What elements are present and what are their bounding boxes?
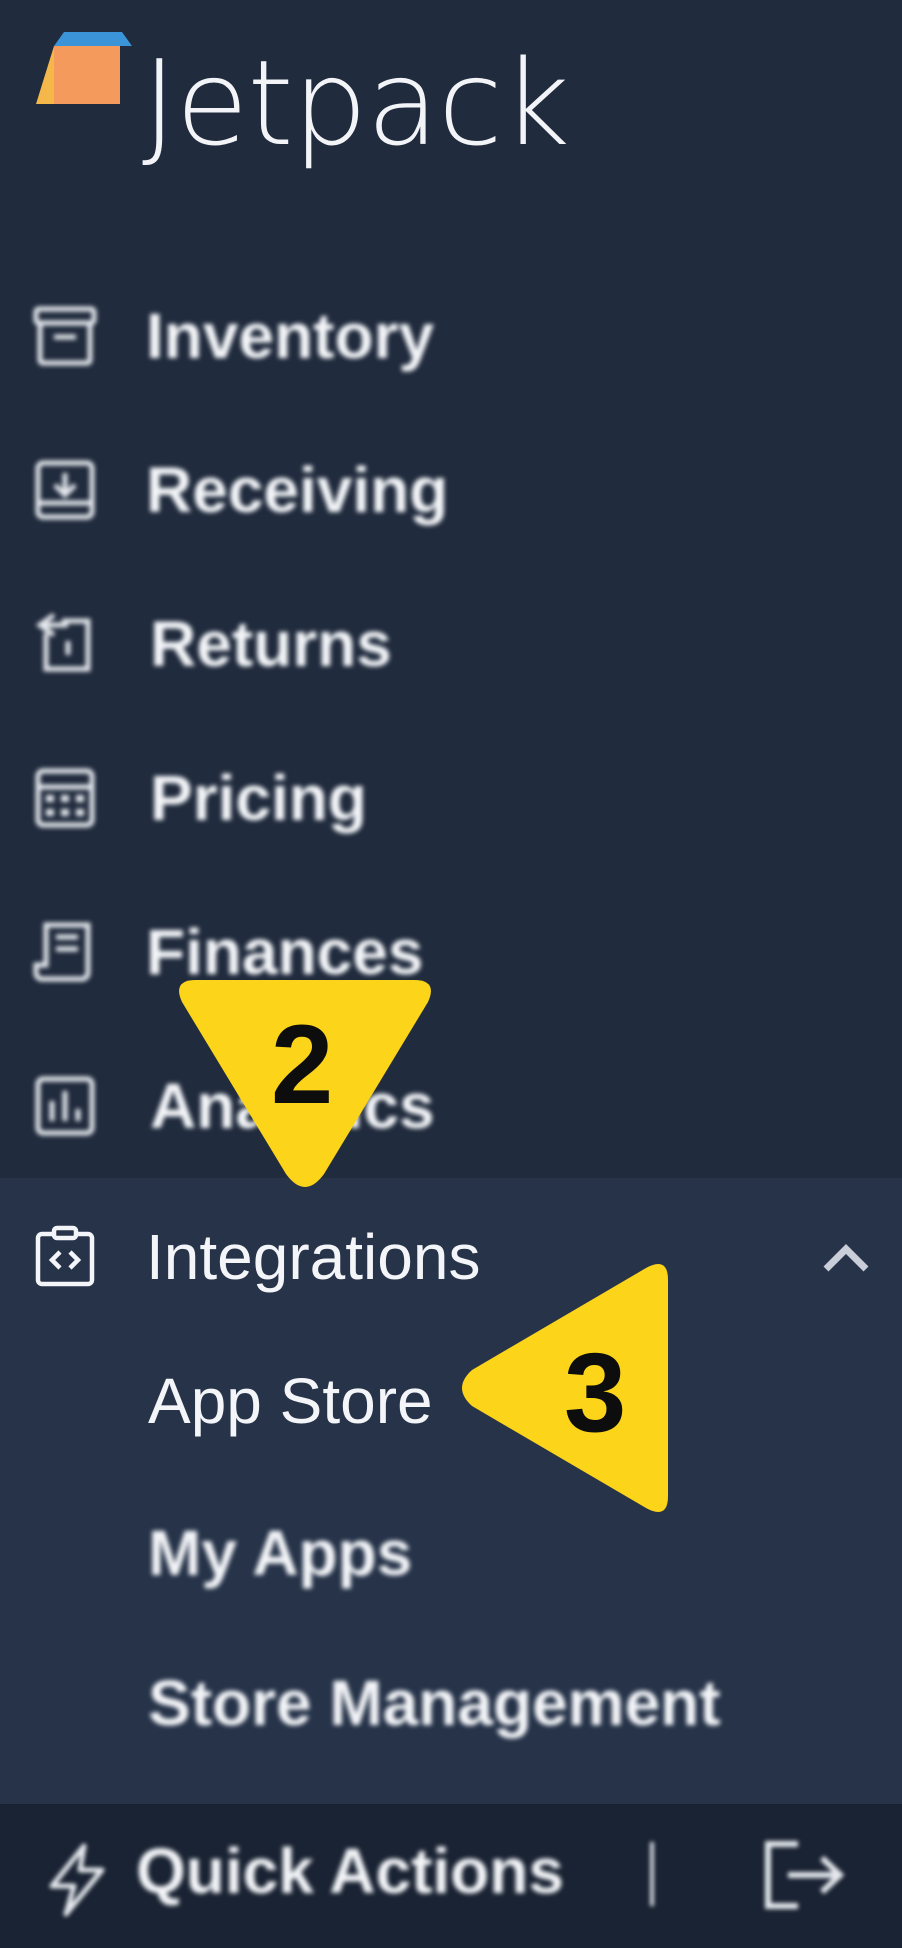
code-clipboard-icon: [35, 1225, 95, 1287]
annotation-number: 3: [564, 1330, 627, 1455]
sidebar-item-integrations[interactable]: Integrations: [0, 1178, 902, 1336]
sidebar-item-receiving[interactable]: Receiving: [0, 430, 902, 550]
tray-download-icon: [35, 460, 95, 520]
submenu-item-my-apps[interactable]: My Apps: [148, 1516, 412, 1590]
sidebar-item-pricing[interactable]: Pricing: [0, 738, 902, 858]
return-arrow-icon: [35, 612, 91, 672]
quick-actions-button[interactable]: Quick Actions: [136, 1834, 564, 1908]
integrations-section: Integrations App Store My Apps Store Man…: [0, 1178, 902, 1804]
brand-name: Jetpack: [142, 34, 570, 172]
sidebar-item-label: Receiving: [146, 454, 449, 526]
sidebar-item-finances[interactable]: Finances: [0, 892, 902, 1012]
sidebar-footer: Quick Actions: [0, 1804, 902, 1948]
annotation-number: 2: [271, 1002, 334, 1127]
sidebar-item-label: Returns: [150, 608, 392, 680]
sidebar-item-label: Integrations: [146, 1221, 481, 1293]
archive-box-icon: [33, 306, 97, 366]
receipt-icon: [33, 922, 91, 982]
submenu-item-store-management[interactable]: Store Management: [148, 1666, 721, 1740]
sidebar-item-inventory[interactable]: Inventory: [0, 276, 902, 396]
brand-logo[interactable]: Jetpack: [36, 28, 596, 168]
sidebar-item-analytics[interactable]: Analytics: [0, 1046, 902, 1166]
annotation-marker-2: 2: [172, 978, 438, 1188]
sidebar-item-returns[interactable]: Returns: [0, 584, 902, 704]
annotation-marker-3: 3: [458, 1258, 670, 1518]
sidebar: Jetpack Inventory Receiving Returns Pric…: [0, 0, 902, 1948]
chevron-up-icon[interactable]: [818, 1237, 874, 1277]
sidebar-item-label: Pricing: [150, 762, 367, 834]
logout-icon[interactable]: [758, 1838, 848, 1912]
submenu-item-app-store[interactable]: App Store: [148, 1364, 433, 1438]
jetpack-logo-icon: [36, 32, 132, 104]
sidebar-item-label: Inventory: [146, 300, 435, 372]
footer-divider: [650, 1842, 654, 1906]
bar-chart-icon: [35, 1076, 95, 1136]
lightning-icon: [49, 1843, 105, 1917]
calculator-icon: [35, 768, 95, 828]
